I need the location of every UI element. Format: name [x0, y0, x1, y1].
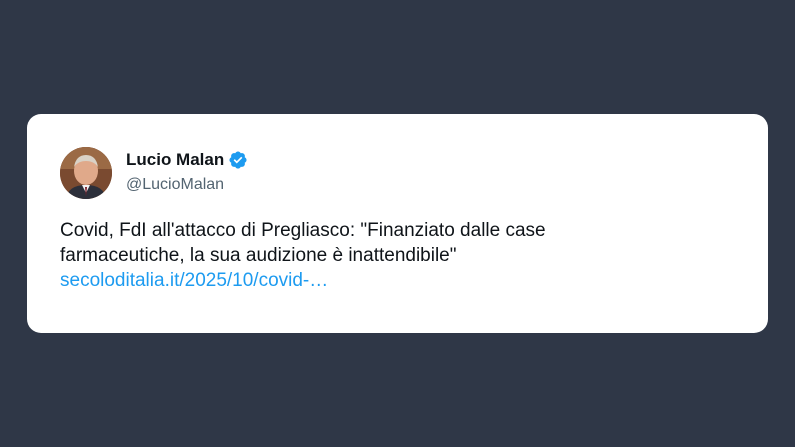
author-name[interactable]: Lucio Malan [126, 149, 224, 171]
tweet-card[interactable]: Lucio Malan @LucioMalan Covid, FdI all'a… [27, 114, 768, 333]
avatar[interactable] [60, 147, 112, 199]
verified-badge-icon [228, 150, 248, 170]
author-handle[interactable]: @LucioMalan [126, 175, 248, 195]
author-name-row: Lucio Malan [126, 149, 248, 171]
author-block: Lucio Malan @LucioMalan [126, 149, 248, 195]
tweet-text-line-2: farmaceutiche, la sua audizione è inatte… [60, 245, 457, 266]
profile-photo-icon [60, 147, 112, 199]
tweet-link[interactable]: secoloditalia.it/2025/10/covid-… [60, 268, 740, 293]
tweet-text-line-1: Covid, FdI all'attacco di Pregliasco: "F… [60, 220, 546, 241]
page-background: Lucio Malan @LucioMalan Covid, FdI all'a… [0, 0, 795, 447]
tweet-text: Covid, FdI all'attacco di Pregliasco: "F… [60, 218, 740, 293]
